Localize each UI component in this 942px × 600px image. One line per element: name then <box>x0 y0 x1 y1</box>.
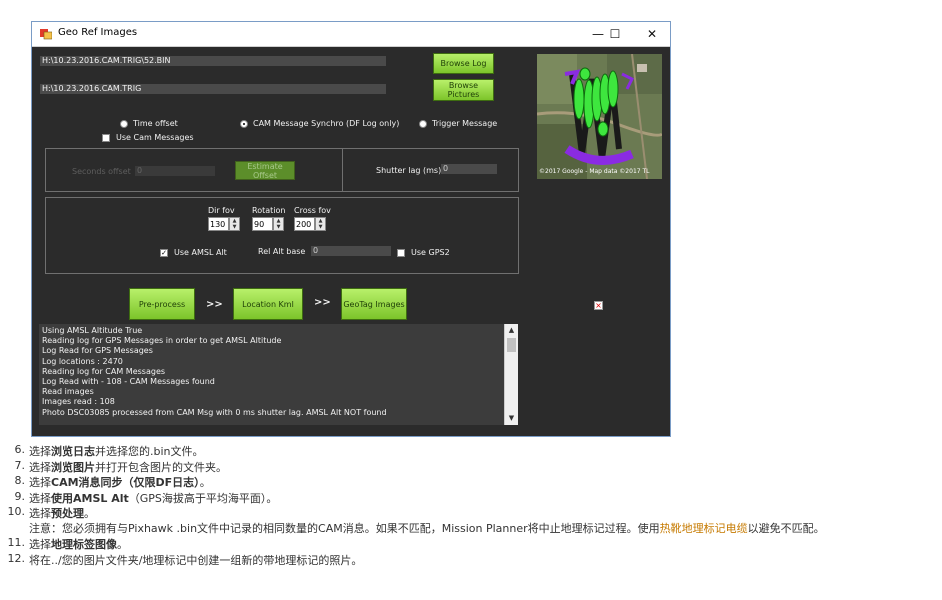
cross-fov-stepper[interactable]: 200 ▲ ▼ <box>294 217 326 231</box>
map-copyright: ©2017 Google - Map data ©2017 TL <box>539 168 650 175</box>
trigger-message-radio[interactable] <box>419 120 427 128</box>
seconds-offset-field[interactable]: 0 <box>135 166 215 176</box>
client-area: H:\10.23.2016.CAM.TRIG\52.BIN H:\10.23.2… <box>32 47 670 436</box>
log-line: Reading log for GPS Messages in order to… <box>42 336 282 346</box>
cross-fov-value[interactable]: 200 <box>294 217 315 231</box>
dir-fov-stepper[interactable]: 130 ▲ ▼ <box>208 217 240 231</box>
broken-image-icon: × <box>594 301 603 310</box>
list-item: 6. 选择浏览日志并选择您的.bin文件。 <box>14 443 204 458</box>
log-line: Log Read with - 108 - CAM Messages found <box>42 377 215 387</box>
use-gps2-label: Use GPS2 <box>411 248 450 257</box>
hotshoe-cable-link[interactable]: 热靴地理标记电缆 <box>660 522 748 535</box>
cross-fov-arrows-icon[interactable]: ▲ ▼ <box>315 217 326 231</box>
app-icon <box>40 29 52 40</box>
rel-alt-base-field[interactable]: 0 <box>311 246 391 256</box>
list-item: 8. 选择CAM消息同步（仅限DF日志）。 <box>14 474 211 489</box>
time-offset-label: Time offset <box>133 119 178 128</box>
trigger-message-label: Trigger Message <box>432 119 498 128</box>
rotation-stepper[interactable]: 90 ▲ ▼ <box>252 217 284 231</box>
list-item: 12. 将在../您的图片文件夹/地理标记中创建一组新的带地理标记的照片。 <box>7 551 363 567</box>
use-amsl-alt-label: Use AMSL Alt <box>174 248 227 257</box>
scroll-up-icon[interactable]: ▲ <box>505 324 518 336</box>
preprocess-button[interactable]: Pre-process <box>129 288 195 320</box>
browse-pictures-button[interactable]: Browse Pictures <box>433 79 494 101</box>
rotation-arrows-icon[interactable]: ▲ ▼ <box>273 217 284 231</box>
rotation-value[interactable]: 90 <box>252 217 273 231</box>
maximize-button[interactable]: ☐ <box>600 24 630 44</box>
log-path-field[interactable]: H:\10.23.2016.CAM.TRIG\52.BIN <box>40 56 386 66</box>
log-line: Reading log for CAM Messages <box>42 366 166 376</box>
browse-log-button[interactable]: Browse Log <box>433 53 494 74</box>
shutter-lag-label: Shutter lag (ms) <box>376 166 442 175</box>
log-line: Photo DSC03085 processed from CAM Msg wi… <box>42 407 387 417</box>
rotation-label: Rotation <box>252 206 286 215</box>
list-item: 11. 选择地理标签图像。 <box>7 536 129 551</box>
dir-fov-label: Dir fov <box>208 206 235 215</box>
seconds-offset-label: Seconds offset <box>72 167 131 176</box>
cam-message-synchro-label: CAM Message Synchro (DF Log only) <box>253 119 400 128</box>
cross-fov-label: Cross fov <box>294 206 331 215</box>
location-kml-button[interactable]: Location Kml <box>233 288 303 320</box>
cam-message-synchro-radio[interactable] <box>240 120 248 128</box>
instructions-list: 6. 选择浏览日志并选择您的.bin文件。 7. 选择浏览图片并打开包含图片的文… <box>0 443 942 567</box>
geo-ref-window: Geo Ref Images — ☐ ✕ H:\10.23.2016.CAM.T… <box>31 21 671 437</box>
log-scrollbar[interactable]: ▲ ▼ <box>504 324 518 425</box>
scroll-thumb[interactable] <box>507 338 516 352</box>
arrow-1: >> <box>206 299 223 310</box>
map-view[interactable]: ©2017 Google - Map data ©2017 TL <box>537 54 662 179</box>
time-offset-radio[interactable] <box>120 120 128 128</box>
log-line: Using AMSL Altitude True <box>42 326 143 335</box>
list-item: 7. 选择浏览图片并打开包含图片的文件夹。 <box>14 458 228 474</box>
list-item: 10. 选择预处理。 <box>7 505 96 520</box>
log-output[interactable]: Using AMSL Altitude True Reading log for… <box>39 324 518 425</box>
estimate-offset-button[interactable]: Estimate Offset <box>235 161 295 180</box>
pictures-path-field[interactable]: H:\10.23.2016.CAM.TRIG <box>40 84 386 94</box>
title-bar: Geo Ref Images — ☐ ✕ <box>32 22 670 47</box>
dir-fov-value[interactable]: 130 <box>208 217 229 231</box>
shutter-lag-field[interactable]: 0 <box>441 164 497 174</box>
rel-alt-base-label: Rel Alt base <box>258 247 306 256</box>
note-paragraph: 注意：您必须拥有与Pixhawk .bin文件中记录的相同数量的CAM消息。如果… <box>29 521 825 535</box>
log-line: Log locations : 2470 <box>42 356 123 366</box>
use-cam-messages-checkbox[interactable] <box>102 134 110 142</box>
use-gps2-checkbox[interactable] <box>397 249 405 257</box>
scroll-down-icon[interactable]: ▼ <box>505 412 518 424</box>
use-amsl-alt-checkbox[interactable]: ✓ <box>160 249 168 257</box>
arrow-2: >> <box>314 297 331 308</box>
log-line: Log Read for GPS Messages <box>42 346 153 356</box>
map-satellite-image <box>537 54 662 179</box>
geotag-images-button[interactable]: GeoTag Images <box>341 288 407 320</box>
dir-fov-arrows-icon[interactable]: ▲ ▼ <box>229 217 240 231</box>
log-line: Read images <box>42 387 94 397</box>
close-button[interactable]: ✕ <box>637 24 667 44</box>
use-cam-messages-label: Use Cam Messages <box>116 133 194 142</box>
list-item: 9. 选择使用AMSL Alt（GPS海拔高于平均海平面）。 <box>14 489 278 505</box>
log-line: Images read : 108 <box>42 397 115 407</box>
window-title: Geo Ref Images <box>58 27 138 38</box>
